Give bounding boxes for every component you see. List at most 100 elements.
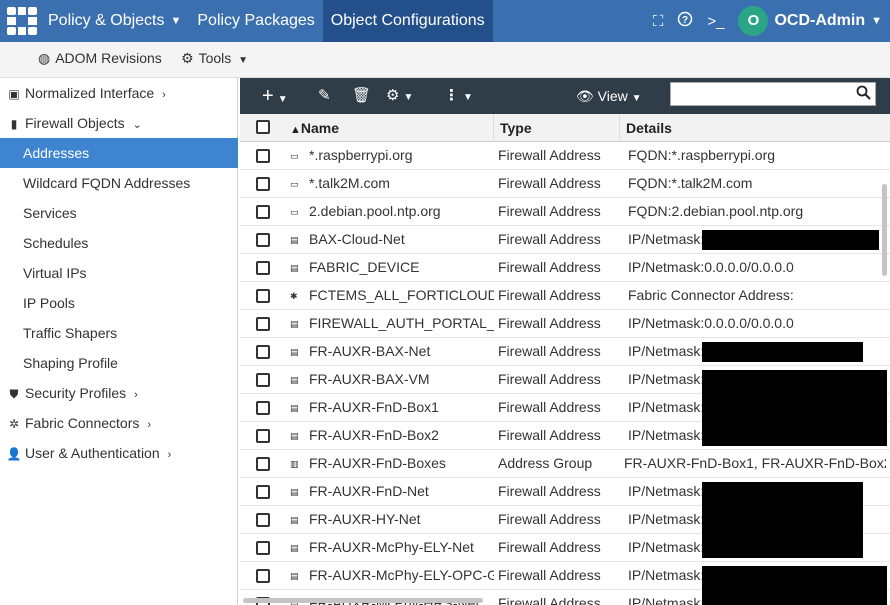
sidebar-item-traffic-shapers[interactable]: Traffic Shapers	[0, 318, 238, 348]
table-row[interactable]: ▭ 2.debian.pool.ntp.org Firewall Address FQ…	[240, 198, 890, 226]
sidebar-item-addresses[interactable]: Addresses	[0, 138, 238, 168]
user-menu[interactable]: O OCD-Admin ▼	[738, 6, 882, 36]
sidebar-item-security-profiles[interactable]: ⛊ Security Profiles ›	[0, 378, 238, 408]
row-checkbox[interactable]	[256, 541, 270, 555]
sidebar-item-wildcard-fqdn-addresses[interactable]: Wildcard FQDN Addresses	[0, 168, 238, 198]
cell-name[interactable]: ▭ *.raspberrypi.org	[290, 142, 494, 170]
search-icon[interactable]	[856, 85, 871, 103]
cell-name-text: FABRIC_DEVICE	[309, 259, 420, 275]
chevron-right-icon: ›	[167, 449, 172, 461]
row-checkbox[interactable]	[256, 401, 270, 415]
table-row[interactable]: ▭ *.talk2M.com Firewall Address FQDN:*.talk…	[240, 170, 890, 198]
cell-name[interactable]: ▤ FR-AUXR-McPhy-ELY-OPC-GW	[290, 562, 494, 590]
sidebar-item-label: Addresses	[23, 145, 90, 161]
row-checkbox[interactable]	[256, 345, 270, 359]
cell-name[interactable]: ▤ FR-AUXR-HY-Net	[290, 506, 494, 534]
row-checkbox[interactable]	[256, 317, 270, 331]
sidebar-item-label: Normalized Interface	[25, 85, 155, 101]
fullscreen-icon[interactable]: ⛶	[653, 13, 664, 30]
subnet-address-icon: ▤	[290, 543, 299, 553]
column-header-type[interactable]: Type	[494, 114, 620, 142]
sidebar-item-shaping-profile[interactable]: Shaping Profile	[0, 348, 238, 378]
sidebar-item-fabric-connectors[interactable]: ✲ Fabric Connectors ›	[0, 408, 238, 438]
sidebar-item-label: Virtual IPs	[23, 265, 87, 281]
group-address-icon: ▥	[290, 459, 299, 469]
object-settings-button[interactable]: ⚙ ▼	[386, 78, 413, 114]
search-input[interactable]	[671, 83, 851, 105]
cell-name[interactable]: ▤ FR-AUXR-FnD-Box2	[290, 422, 494, 450]
cell-name[interactable]: ▤ FR-AUXR-McPhy-ELY-Net	[290, 534, 494, 562]
subnet-address-icon: ▤	[290, 487, 299, 497]
help-icon[interactable]: ?	[677, 11, 693, 31]
create-new-button[interactable]: + ▼	[262, 78, 288, 114]
row-checkbox[interactable]	[256, 177, 270, 191]
row-checkbox[interactable]	[256, 373, 270, 387]
column-header-details[interactable]: Details	[620, 114, 890, 142]
cell-type: Firewall Address	[498, 287, 601, 303]
tab-object-configurations[interactable]: Object Configurations	[322, 0, 493, 42]
sidebar-item-schedules[interactable]: Schedules	[0, 228, 238, 258]
cell-name[interactable]: ▤ FIREWALL_AUTH_PORTAL_ADDRESS	[290, 310, 494, 338]
row-checkbox[interactable]	[256, 513, 270, 527]
vertical-scrollbar[interactable]	[882, 184, 887, 276]
sidebar-item-ip-pools[interactable]: IP Pools	[0, 288, 238, 318]
table-row[interactable]: ▤ FABRIC_DEVICE Firewall Address IP/Netmask…	[240, 254, 890, 282]
user-icon: 👤	[6, 447, 22, 461]
select-all-checkbox[interactable]	[256, 120, 270, 134]
horizontal-scrollbar[interactable]	[243, 598, 483, 603]
sidebar-item-firewall-objects[interactable]: ▮ Firewall Objects ⌄	[0, 108, 238, 138]
cell-name[interactable]: ▤ FABRIC_DEVICE	[290, 254, 494, 282]
fortinet-logo-icon[interactable]	[6, 6, 38, 36]
cell-name[interactable]: ▤ FR-AUXR-BAX-Net	[290, 338, 494, 366]
cell-type: Firewall Address	[498, 539, 601, 555]
cli-console-icon[interactable]: >_	[707, 13, 724, 30]
cell-type: Firewall Address	[498, 595, 601, 605]
more-actions-button[interactable]: ⋮ ▼	[444, 78, 473, 114]
cell-details: Fabric Connector Address:	[628, 287, 794, 303]
cell-type: Firewall Address	[498, 343, 601, 359]
row-checkbox[interactable]	[256, 233, 270, 247]
cell-name[interactable]: ▤ FR-AUXR-FnD-Net	[290, 478, 494, 506]
column-header-name[interactable]: ▲Name	[286, 114, 494, 142]
sidebar-item-services[interactable]: Services	[0, 198, 238, 228]
cell-name-text: *.raspberrypi.org	[309, 147, 413, 163]
row-checkbox[interactable]	[256, 149, 270, 163]
search-box	[670, 82, 876, 106]
sidebar-item-normalized-interface[interactable]: ▣ Normalized Interface ›	[0, 78, 238, 108]
row-checkbox[interactable]	[256, 569, 270, 583]
row-checkbox[interactable]	[256, 485, 270, 499]
cell-name[interactable]: ✱ FCTEMS_ALL_FORTICLOUD_SERVERS	[290, 282, 494, 310]
row-checkbox[interactable]	[256, 261, 270, 275]
chevron-right-icon: ›	[162, 89, 166, 101]
cell-name[interactable]: ▭ *.talk2M.com	[290, 170, 494, 198]
row-checkbox[interactable]	[256, 205, 270, 219]
table-row[interactable]: ▥ FR-AUXR-FnD-Boxes Address Group FR-AUXR-F…	[240, 450, 890, 478]
firewall-icon: ▮	[10, 117, 18, 131]
row-checkbox[interactable]	[256, 429, 270, 443]
cell-name[interactable]: ▥ FR-AUXR-FnD-Boxes	[290, 450, 494, 478]
fqdn-address-icon: ▭	[290, 179, 299, 189]
tools-menu[interactable]: ⚙ Tools ▼	[181, 50, 248, 67]
cell-name[interactable]: ▤ FR-AUXR-FnD-Box1	[290, 394, 494, 422]
row-checkbox[interactable]	[256, 457, 270, 471]
view-menu[interactable]: 👁 View ▼	[576, 78, 642, 114]
cell-name[interactable]: ▭ 2.debian.pool.ntp.org	[290, 198, 494, 226]
tab-policy-packages[interactable]: Policy Packages	[189, 0, 322, 42]
delete-icon[interactable]: 🗑	[352, 78, 371, 114]
adom-revisions-button[interactable]: ◍ ADOM Revisions	[38, 50, 162, 67]
cell-name[interactable]: ▤ FR-AUXR-BAX-VM	[290, 366, 494, 394]
subnet-address-icon: ▤	[290, 431, 299, 441]
sidebar-item-virtual-ips[interactable]: Virtual IPs	[0, 258, 238, 288]
cell-name-text: BAX-Cloud-Net	[309, 231, 405, 247]
table-row[interactable]: ▭ *.raspberrypi.org Firewall Address FQDN:*…	[240, 142, 890, 170]
table-row[interactable]: ✱ FCTEMS_ALL_FORTICLOUD_SERVERSFirewall A…	[240, 282, 890, 310]
row-checkbox[interactable]	[256, 289, 270, 303]
tab-policy-objects[interactable]: Policy & Objects ▼	[40, 0, 189, 42]
interface-icon: ▣	[8, 87, 20, 101]
sidebar-item-label: Shaping Profile	[23, 355, 118, 371]
edit-icon[interactable]: ✎	[318, 78, 331, 114]
cell-type: Firewall Address	[498, 231, 601, 247]
table-row[interactable]: ▤ FIREWALL_AUTH_PORTAL_ADDRESSFirewall Ad…	[240, 310, 890, 338]
cell-name[interactable]: ▤ BAX-Cloud-Net	[290, 226, 494, 254]
sidebar-item-user-authentication[interactable]: 👤 User & Authentication ›	[0, 438, 238, 468]
